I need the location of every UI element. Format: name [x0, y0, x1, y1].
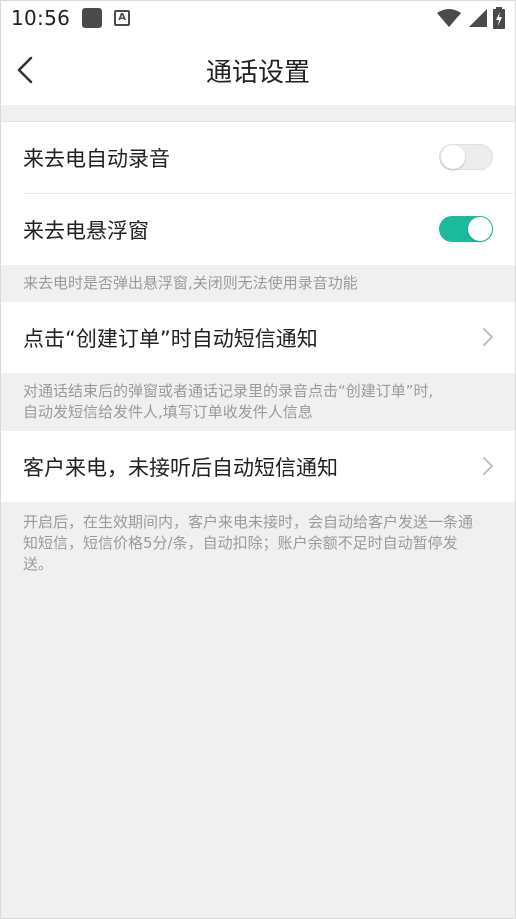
floating-window-note: 来去电时是否弹出悬浮窗,关闭则无法使用录音功能	[1, 265, 515, 302]
chevron-right-icon	[483, 328, 493, 346]
order-sms-note: 对通话结束后的弹窗或者通话记录里的录音点击“创建订单”时, 自动发短信给发件人,…	[1, 373, 515, 431]
note-text: 对通话结束后的弹窗或者通话记录里的录音点击“创建订单”时,	[23, 382, 434, 400]
order-sms-row[interactable]: 点击“创建订单”时自动短信通知	[1, 302, 515, 373]
floating-window-toggle[interactable]	[439, 216, 493, 242]
toggle-knob	[468, 217, 492, 241]
section-gap	[1, 105, 515, 121]
floating-window-row[interactable]: 来去电悬浮窗	[1, 194, 515, 265]
note-text: 自动发短信给发件人,填写订单收发件人信息	[23, 403, 313, 421]
auto-record-row[interactable]: 来去电自动录音	[1, 122, 515, 193]
keyboard-notification-icon: A	[114, 10, 131, 26]
order-sms-label: 点击“创建订单”时自动短信通知	[23, 326, 318, 351]
auto-record-toggle[interactable]	[439, 144, 493, 170]
note-text: 知短信，短信价格5分/条，自动扣除；账户余额不足时自动暂停发	[23, 534, 458, 552]
status-bar: 10:56 A	[1, 1, 515, 35]
missed-call-sms-note: 开启后，在生效期间内，客户来电未接时，会自动给客户发送一条通 知短信，短信价格5…	[1, 502, 515, 583]
note-text: 送。	[23, 555, 54, 573]
status-icons	[437, 7, 505, 29]
missed-call-sms-row[interactable]: 客户来电，未接听后自动短信通知	[1, 431, 515, 502]
back-arrow-icon[interactable]	[13, 55, 43, 85]
toggle-knob	[441, 145, 465, 169]
battery-icon	[493, 7, 505, 29]
signal-icon	[469, 9, 487, 27]
page-title: 通话设置	[205, 57, 310, 88]
chevron-right-icon	[483, 457, 493, 475]
note-text: 来去电时是否弹出悬浮窗,关闭则无法使用录音功能	[23, 274, 358, 292]
status-time: 10:56	[11, 6, 71, 30]
floating-window-label: 来去电悬浮窗	[23, 218, 149, 243]
app-header: 通话设置	[1, 35, 515, 105]
notification-icon	[82, 8, 103, 28]
wifi-icon	[437, 9, 461, 27]
missed-call-sms-label: 客户来电，未接听后自动短信通知	[23, 455, 338, 480]
note-text: 开启后，在生效期间内，客户来电未接时，会自动给客户发送一条通	[23, 513, 474, 531]
auto-record-label: 来去电自动录音	[23, 146, 170, 171]
